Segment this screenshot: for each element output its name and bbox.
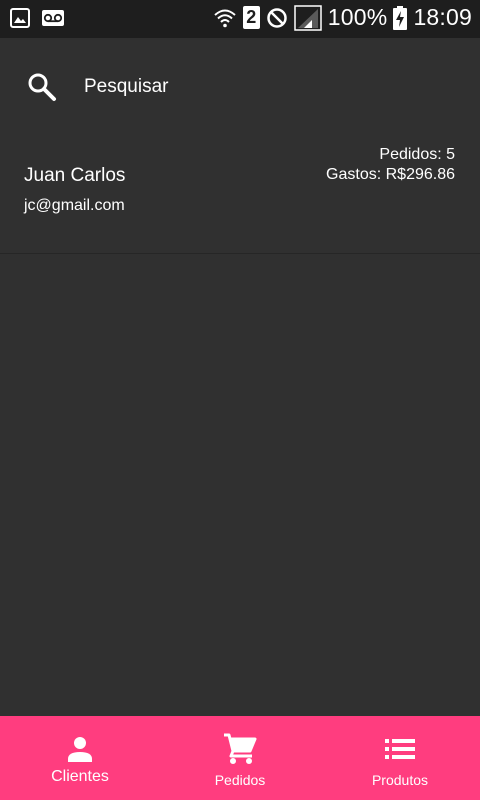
bottom-navigation: Clientes Pedidos Produtos — [0, 716, 480, 800]
client-orders-count: Pedidos: 5 — [379, 146, 455, 163]
sim-icon: 2 — [242, 6, 260, 29]
image-icon — [10, 8, 30, 28]
status-bar: 2 100% 18:09 — [0, 0, 480, 38]
person-icon — [66, 734, 94, 764]
search-input[interactable] — [84, 72, 444, 102]
client-total-spent: Gastos: R$296.86 — [326, 166, 455, 183]
nav-label-produtos: Produtos — [371, 772, 429, 788]
nav-label-clientes: Clientes — [51, 768, 109, 785]
nav-item-produtos[interactable]: Produtos — [320, 716, 480, 800]
shopping-cart-icon — [223, 733, 257, 764]
do-not-disturb-icon — [266, 7, 288, 29]
list-item[interactable]: Juan Carlos jc@gmail.com Pedidos: 5 Gast… — [0, 136, 480, 254]
nav-item-clientes[interactable]: Clientes — [0, 716, 160, 800]
client-name: Juan Carlos — [24, 165, 126, 186]
client-email: jc@gmail.com — [24, 197, 125, 214]
signal-icon — [294, 4, 322, 31]
search-icon[interactable] — [27, 72, 57, 107]
clock: 18:09 — [413, 4, 472, 30]
wifi-icon — [213, 6, 237, 30]
nav-label-pedidos: Pedidos — [214, 772, 266, 788]
list-icon — [385, 734, 415, 764]
battery-percent: 100% — [327, 4, 388, 30]
voicemail-icon — [42, 10, 64, 26]
search-bar — [0, 38, 480, 136]
battery-charging-icon — [393, 5, 408, 30]
app-screen: 2 100% 18:09 Pesquisar Juan Carlos jc@gm… — [0, 0, 480, 800]
nav-item-pedidos[interactable]: Pedidos — [160, 716, 320, 800]
